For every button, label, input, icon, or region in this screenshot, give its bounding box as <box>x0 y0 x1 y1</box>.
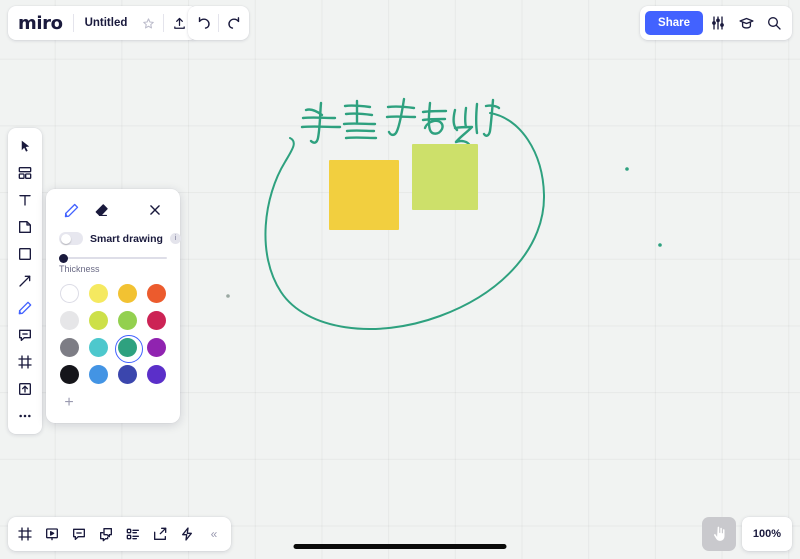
left-tool-rail <box>8 128 42 434</box>
ink-dot <box>226 294 230 298</box>
star-outline-icon[interactable] <box>135 10 161 36</box>
color-swatch-amber[interactable] <box>118 284 138 303</box>
eraser-icon[interactable] <box>89 198 113 222</box>
color-swatch-cell <box>59 284 79 303</box>
hand-drawn-circle <box>264 112 546 330</box>
sidebar-item-templates[interactable] <box>11 160 39 186</box>
pen-icon[interactable] <box>59 198 83 222</box>
ink-dot <box>658 243 662 247</box>
color-swatch-cell <box>59 338 79 357</box>
color-swatch-cell <box>147 284 167 303</box>
sidebar-item-cursor-select[interactable] <box>11 133 39 159</box>
color-swatch-light-grey[interactable] <box>59 311 79 330</box>
sidebar-item-connection-line[interactable] <box>11 268 39 294</box>
color-swatch-white[interactable] <box>59 284 79 303</box>
color-swatch-black[interactable] <box>59 365 79 384</box>
bottom-toolbar: « <box>8 517 231 551</box>
smart-drawing-toggle[interactable] <box>59 232 83 245</box>
color-swatch-sky-blue[interactable] <box>88 365 108 384</box>
color-swatch-indigo[interactable] <box>118 365 138 384</box>
sidebar-item-upload[interactable] <box>11 376 39 402</box>
color-swatch-turquoise[interactable] <box>88 338 108 357</box>
miro-logo[interactable]: miro <box>18 13 71 34</box>
sidebar-item-shapes[interactable] <box>11 241 39 267</box>
viewport-controls: 100% <box>701 517 792 551</box>
color-swatch-cell <box>118 311 138 330</box>
presentation-icon[interactable] <box>39 521 65 547</box>
sidebar-item-comment[interactable] <box>11 322 39 348</box>
info-circle-icon[interactable]: i <box>169 233 181 244</box>
thickness-control: Thickness <box>59 253 167 274</box>
color-swatch-cell <box>88 311 108 330</box>
thickness-slider[interactable] <box>59 253 167 263</box>
color-swatch-cell <box>147 311 167 330</box>
color-swatch-cell <box>88 338 108 357</box>
graduation-cap-icon[interactable] <box>733 10 759 36</box>
color-swatch-cell <box>118 365 138 384</box>
list-tasks-icon[interactable] <box>120 521 146 547</box>
pen-panel-header <box>59 197 167 223</box>
external-link-icon[interactable] <box>147 521 173 547</box>
frames-icon[interactable] <box>12 521 38 547</box>
top-left-toolbar: miro Untitled <box>8 6 199 40</box>
color-swatch-crimson[interactable] <box>147 311 167 330</box>
sliders-icon[interactable] <box>705 10 731 36</box>
sidebar-item-more-tools[interactable] <box>11 403 39 429</box>
color-swatch-cell <box>147 338 167 357</box>
comment-icon[interactable] <box>66 521 92 547</box>
zoom-level-button[interactable]: 100% <box>741 517 792 551</box>
thickness-label: Thickness <box>59 264 100 274</box>
color-swatch-cell <box>114 334 143 363</box>
top-right-toolbar: Share <box>640 6 792 40</box>
document-title[interactable]: Untitled <box>76 17 134 29</box>
sidebar-item-sticky-note[interactable] <box>11 214 39 240</box>
lightning-bolt-icon[interactable] <box>174 521 200 547</box>
collapse-toolbar-button[interactable]: « <box>201 521 227 547</box>
share-button[interactable]: Share <box>645 11 703 35</box>
color-palette <box>59 284 167 384</box>
undo-arrow-icon[interactable] <box>191 10 217 36</box>
color-swatch-cell <box>88 365 108 384</box>
thickness-slider-handle[interactable] <box>59 253 68 263</box>
plus-icon[interactable]: + <box>59 393 79 413</box>
color-swatch-cell <box>59 311 79 330</box>
smart-drawing-row: Smart drawing i <box>59 232 181 245</box>
divider <box>218 14 219 32</box>
sidebar-item-text[interactable] <box>11 187 39 213</box>
smart-drawing-label: Smart drawing <box>90 232 163 245</box>
ink-dot <box>625 167 629 171</box>
sidebar-item-frame[interactable] <box>11 349 39 375</box>
search-icon[interactable] <box>761 10 787 36</box>
color-swatch-grey[interactable] <box>59 338 79 357</box>
divider <box>163 14 165 32</box>
color-swatch-cell <box>118 284 138 303</box>
sticky-note-green[interactable] <box>412 144 478 210</box>
color-swatch-orange-red[interactable] <box>147 284 167 303</box>
hand-pan-icon[interactable] <box>701 517 736 551</box>
sidebar-item-pen[interactable] <box>11 295 39 321</box>
color-swatch-teal-green[interactable] <box>114 334 143 363</box>
color-swatch-yellow[interactable] <box>88 284 108 303</box>
color-swatch-violet[interactable] <box>147 365 167 384</box>
home-indicator-bar[interactable] <box>293 544 507 549</box>
close-x-icon[interactable] <box>143 198 167 222</box>
undo-redo-toolbar <box>188 6 249 40</box>
miro-board-app: miro Untitled Share Smart drawing i Thic… <box>0 0 800 559</box>
divider <box>72 14 74 32</box>
sticky-note-yellow[interactable] <box>329 160 399 230</box>
color-swatch-cell <box>88 284 108 303</box>
pen-settings-panel: Smart drawing i Thickness + <box>46 189 181 423</box>
color-swatch-cell <box>147 365 167 384</box>
color-swatch-light-green[interactable] <box>118 311 138 330</box>
color-swatch-cell <box>59 365 79 384</box>
chat-bubbles-icon[interactable] <box>93 521 119 547</box>
color-swatch-lime[interactable] <box>88 311 108 330</box>
redo-arrow-icon[interactable] <box>220 10 246 36</box>
color-swatch-purple[interactable] <box>147 338 167 357</box>
